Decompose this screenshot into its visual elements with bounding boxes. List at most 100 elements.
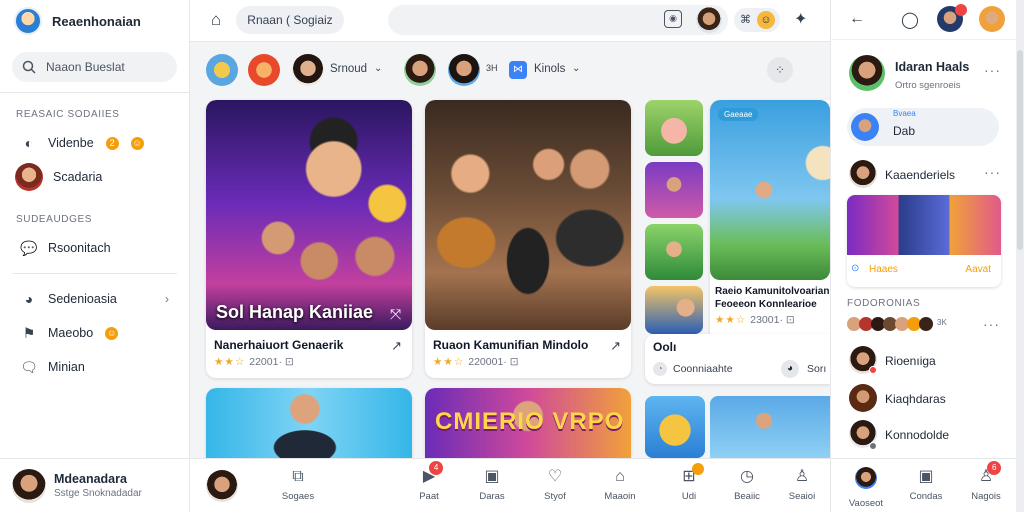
avatar[interactable] xyxy=(206,470,238,502)
sidebar-search[interactable]: Naaon Bueslat xyxy=(12,52,177,82)
divider xyxy=(12,273,177,274)
breadcrumb[interactable]: Rnaan ( Sogiaiz xyxy=(236,6,344,34)
flag-icon: ⚑ xyxy=(22,324,36,341)
story-avatar[interactable] xyxy=(292,54,324,86)
more-icon[interactable]: ◕ xyxy=(781,360,799,378)
sidebar-search-input[interactable]: Naaon Bueslat xyxy=(46,60,125,74)
contact-row[interactable]: Kaaenderiels ··· xyxy=(831,156,1017,196)
back-arrow-icon[interactable]: ← xyxy=(849,10,865,28)
album-card[interactable]: ⊙ Haaes Aavat xyxy=(847,195,1001,287)
avatar[interactable] xyxy=(979,6,1005,32)
nav-item-styof[interactable]: ♡ Styof xyxy=(530,467,580,502)
chevron-right-icon: › xyxy=(165,292,169,306)
more-icon[interactable]: ··· xyxy=(984,62,1001,78)
thumbnail-tile[interactable] xyxy=(710,396,830,458)
nav-item-paat[interactable]: ▶ 4 Paat xyxy=(404,461,454,502)
album-left-label: Haaes xyxy=(869,264,898,275)
avatar-stack[interactable]: 3K xyxy=(847,316,957,332)
brand-name: Reaenhonaian xyxy=(52,13,141,29)
share-icon[interactable]: ⤧ xyxy=(390,306,401,323)
reaction-toggle[interactable]: ⌘ ☺ xyxy=(734,8,780,32)
chevron-down-icon[interactable]: ⌄ xyxy=(374,63,382,74)
story-avatar[interactable] xyxy=(206,54,238,86)
sidebar-item-label: Minian xyxy=(48,360,85,374)
avatar xyxy=(15,163,43,191)
card-views: 220001· xyxy=(468,356,507,368)
nav-item-beaiic[interactable]: ◷ Beaiic xyxy=(722,467,772,502)
settings-icon[interactable]: ✦ xyxy=(794,9,807,29)
album-thumbnail xyxy=(847,195,1001,255)
nav-item-daras[interactable]: ▣ Daras xyxy=(467,467,517,502)
thumbnail-tile[interactable] xyxy=(645,100,703,156)
story-avatar[interactable] xyxy=(404,54,436,86)
lock-icon: ⊡ xyxy=(509,356,519,368)
nav-item-vaoseot[interactable]: Vaoseot xyxy=(841,467,891,509)
lock-icon: ⊡ xyxy=(284,356,294,368)
heart-icon: ♡ xyxy=(547,468,563,485)
sidebar-item-videnbe[interactable]: ◐ Videnbe 2 ☺ xyxy=(0,126,189,160)
contact-row[interactable]: Konnodolde xyxy=(831,416,1017,456)
avatar[interactable] xyxy=(696,7,722,33)
nav-label: Beaiic xyxy=(734,491,760,502)
contact-name: Konnodolde xyxy=(885,428,950,442)
story-avatar[interactable] xyxy=(248,54,280,86)
clock-icon: ◷ xyxy=(740,468,754,485)
contact-name: Kiaqhdaras xyxy=(885,392,946,406)
story-label[interactable]: Srnoud xyxy=(330,63,367,75)
home-icon[interactable]: ⌂ xyxy=(206,10,226,30)
compass-icon: ◐ xyxy=(24,135,34,151)
story-label[interactable]: Kinols xyxy=(534,63,565,75)
nav-item-nagois[interactable]: ♙ 6 Nagois xyxy=(961,461,1011,502)
contact-row[interactable]: Rioenıiga xyxy=(831,342,1017,382)
story-avatar[interactable] xyxy=(448,54,480,86)
more-icon[interactable]: ··· xyxy=(983,316,1000,332)
current-user[interactable]: Mdeanadara Sstge Snoknadadar xyxy=(0,458,190,512)
scrollbar-thumb[interactable] xyxy=(1017,50,1023,250)
nav-item-condas[interactable]: ▣ Condas xyxy=(901,467,951,502)
chat-icon[interactable]: ◯ xyxy=(901,10,919,30)
nav-item-maaoin[interactable]: ⌂ Maaoin xyxy=(595,467,645,502)
lock-icon: ⊡ xyxy=(785,314,795,326)
chip-icon: ◔ xyxy=(653,362,667,376)
sidebar-item-scadaria[interactable]: Scadaria xyxy=(0,160,189,194)
thumbnail-tile[interactable] xyxy=(645,396,705,458)
top-bar: ⌂ Rnaan ( Sogiaiz ◉ ⌘ ☺ ✦ xyxy=(190,0,830,42)
feed-card[interactable]: Sol Hanap Kaniiae ⤧ Nanerhaiuort Genaeri… xyxy=(206,100,412,378)
bell-icon: ⌂ xyxy=(615,468,625,485)
sidebar-item-maeobo[interactable]: ⚑ Maeobo ☺ xyxy=(0,316,189,350)
nav-item-seaioi[interactable]: ♙ Seaioi xyxy=(777,467,827,502)
card-thumbnail[interactable] xyxy=(425,100,631,330)
thumbnail-tile[interactable] xyxy=(645,286,703,334)
puzzle-icon: ⧉ xyxy=(292,468,304,485)
feed-card[interactable]: Ruaon Kamunifian Mindolo ↗ ★★☆ 220001· ⊡ xyxy=(425,100,631,378)
nav-item-udi[interactable]: ⊞ Udi xyxy=(664,463,714,502)
feed-card[interactable]: Oolı ◔ Coonniaahte ◕ Sorı xyxy=(645,334,830,384)
story-count: 3H xyxy=(486,63,498,73)
filter-icon[interactable]: ⁘ xyxy=(767,57,793,83)
profile-row[interactable]: Idaran Haals Ortro sgenroeis ··· xyxy=(831,52,1017,96)
nav-item-sogaes[interactable]: ⧉ Sogaes xyxy=(273,467,323,502)
feed-card[interactable] xyxy=(206,388,412,458)
feed-card[interactable]: CMIERIO VRPO xyxy=(425,388,631,458)
right-panel-header: ← ◯ xyxy=(831,0,1017,40)
brand[interactable]: Reaenhonaian xyxy=(0,0,189,42)
arrow-icon[interactable]: ↗ xyxy=(610,338,621,354)
scrollbar[interactable] xyxy=(1016,0,1024,512)
more-icon[interactable]: ··· xyxy=(984,164,1001,180)
card-thumbnail[interactable] xyxy=(710,100,830,280)
arrow-icon[interactable]: ↗ xyxy=(391,338,402,354)
chat-icon: 💬 xyxy=(20,239,38,256)
thumbnail-tile[interactable] xyxy=(645,162,703,218)
card-thumbnail[interactable] xyxy=(206,388,412,458)
contact-row[interactable]: Kiaqhdaras xyxy=(831,380,1017,420)
sidebar-item-sedenioasia[interactable]: ◕ Sedenioasia › xyxy=(0,282,189,316)
card-thumbnail[interactable] xyxy=(206,100,412,330)
avatar xyxy=(849,160,877,188)
thumbnail-tile[interactable] xyxy=(645,224,703,280)
sidebar-item-rsoonitach[interactable]: 💬 Rsoonitach xyxy=(0,231,189,265)
active-conversation[interactable]: Bvaea Dab xyxy=(847,108,999,146)
camera-icon[interactable]: ◉ xyxy=(664,10,682,28)
chevron-down-icon[interactable]: ⌄ xyxy=(572,63,580,74)
sidebar-item-minian[interactable]: 🗨 Minian xyxy=(0,350,189,384)
rating-stars: ★★☆ xyxy=(715,314,747,326)
